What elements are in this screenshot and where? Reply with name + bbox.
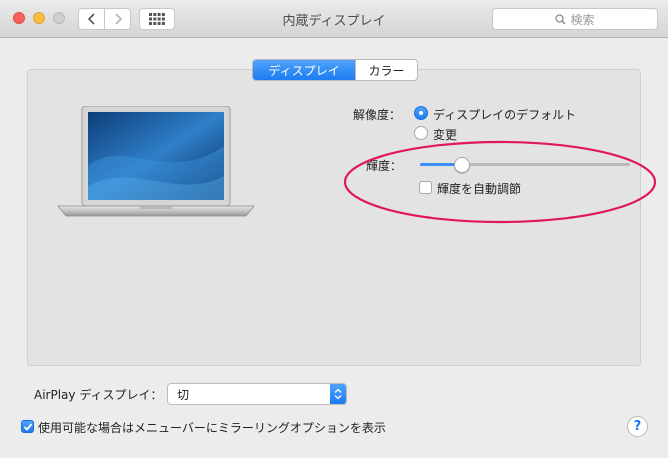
mirroring-checkbox[interactable]	[21, 420, 34, 433]
resolution-scaled-radio[interactable]	[414, 126, 428, 140]
popup-arrows-icon	[330, 384, 346, 404]
search-field[interactable]: 検索	[492, 8, 658, 30]
resolution-default-radio[interactable]	[414, 106, 428, 120]
mirroring-label[interactable]: 使用可能な場合はメニューバーにミラーリングオプションを表示	[38, 419, 386, 436]
title-bar: 内蔵ディスプレイ 検索	[0, 0, 668, 38]
macbook-air-image	[57, 106, 255, 217]
system-preferences-window: 内蔵ディスプレイ 検索 ディスプレイ カラー 解像度： ディスプレイのデフォルト…	[0, 0, 668, 458]
resolution-label: 解像度：	[353, 108, 402, 122]
airplay-label: AirPlay ディスプレイ：	[34, 388, 163, 402]
search-placeholder: 検索	[570, 12, 595, 27]
search-icon	[555, 13, 566, 24]
help-button[interactable]: ?	[627, 416, 648, 437]
airplay-selected-value: 切	[177, 387, 190, 402]
tab-display[interactable]: ディスプレイ	[253, 60, 355, 80]
airplay-popup[interactable]: 切	[167, 383, 347, 405]
checkmark-icon	[23, 422, 32, 431]
resolution-default-label[interactable]: ディスプレイのデフォルト	[433, 106, 576, 123]
tab-bar: ディスプレイ カラー	[252, 59, 418, 81]
tab-color[interactable]: カラー	[355, 60, 417, 80]
highlight-annotation	[343, 140, 657, 224]
